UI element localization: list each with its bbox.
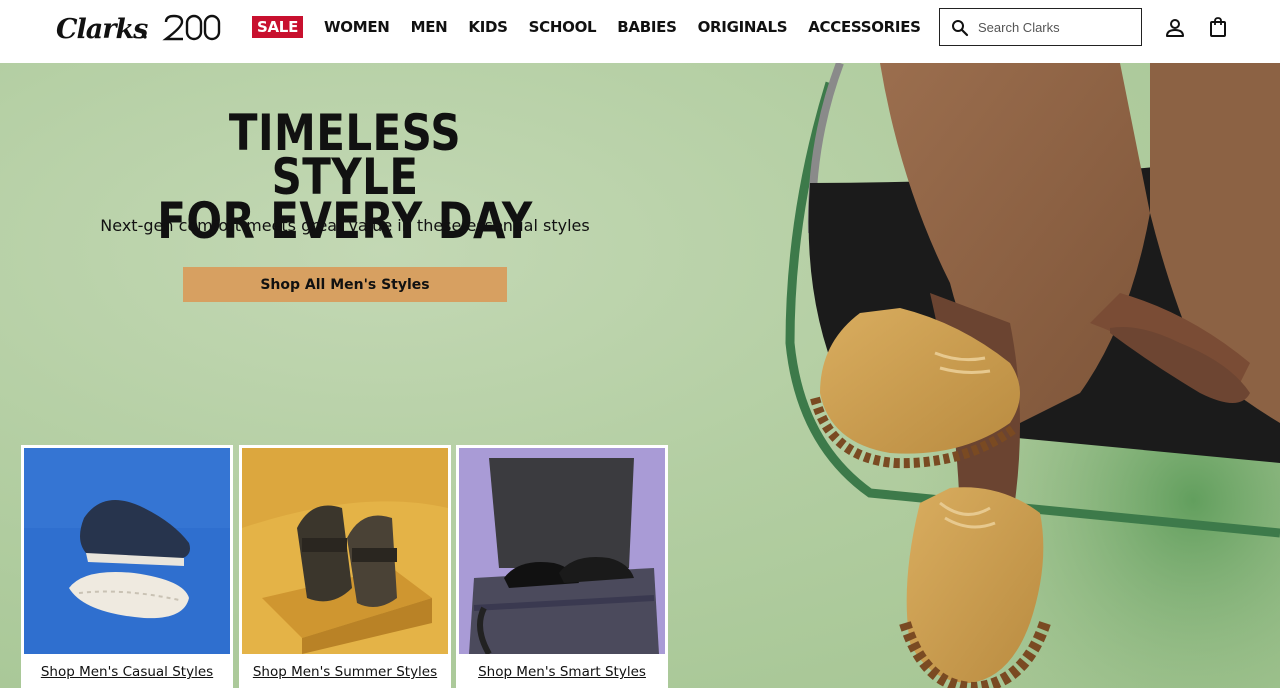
tile-casual[interactable]: Shop Men's Casual Styles <box>21 445 233 688</box>
site-header: Clarks SALE WOMEN MEN KIDS SCHOOL BABIES… <box>0 0 1280 63</box>
hero-title-line-1: TIMELESS STYLE <box>228 104 462 206</box>
casual-shoes-image <box>24 448 230 654</box>
tile-summer-link[interactable]: Shop Men's Summer Styles <box>242 664 448 680</box>
shopping-bag-icon[interactable] <box>1208 16 1228 38</box>
nav-accessories[interactable]: ACCESSORIES <box>808 18 921 36</box>
tile-summer[interactable]: Shop Men's Summer Styles <box>239 445 451 688</box>
hero-subtitle: Next-gen comfort meets great value in th… <box>100 216 590 235</box>
shop-all-mens-button[interactable]: Shop All Men's Styles <box>183 267 507 302</box>
tile-smart[interactable]: Shop Men's Smart Styles <box>456 445 668 688</box>
search-box[interactable] <box>939 8 1142 46</box>
nav-originals[interactable]: ORIGINALS <box>698 18 788 36</box>
nav-women[interactable]: WOMEN <box>324 18 390 36</box>
nav-school[interactable]: SCHOOL <box>529 18 597 36</box>
hero-banner: TIMELESS STYLE FOR EVERY DAY Next-gen co… <box>0 63 1280 688</box>
svg-text:Clarks: Clarks <box>56 14 148 44</box>
tile-summer-image[interactable] <box>242 448 448 654</box>
nav-sale[interactable]: SALE <box>252 16 304 38</box>
summer-sandals-image <box>242 448 448 654</box>
search-icon[interactable] <box>951 19 969 37</box>
tile-smart-image[interactable] <box>459 448 665 654</box>
clarks-200-logo[interactable]: Clarks <box>56 12 224 44</box>
nav-men[interactable]: MEN <box>411 18 448 36</box>
search-input[interactable] <box>978 17 1133 37</box>
account-icon[interactable] <box>1164 17 1186 39</box>
main-nav: SALE WOMEN MEN KIDS SCHOOL BABIES ORIGIN… <box>252 16 942 38</box>
tile-casual-image[interactable] <box>24 448 230 654</box>
tile-casual-link[interactable]: Shop Men's Casual Styles <box>24 664 230 680</box>
smart-shoes-image <box>459 448 665 654</box>
tile-smart-link[interactable]: Shop Men's Smart Styles <box>459 664 665 680</box>
nav-babies[interactable]: BABIES <box>617 18 677 36</box>
nav-kids[interactable]: KIDS <box>468 18 508 36</box>
